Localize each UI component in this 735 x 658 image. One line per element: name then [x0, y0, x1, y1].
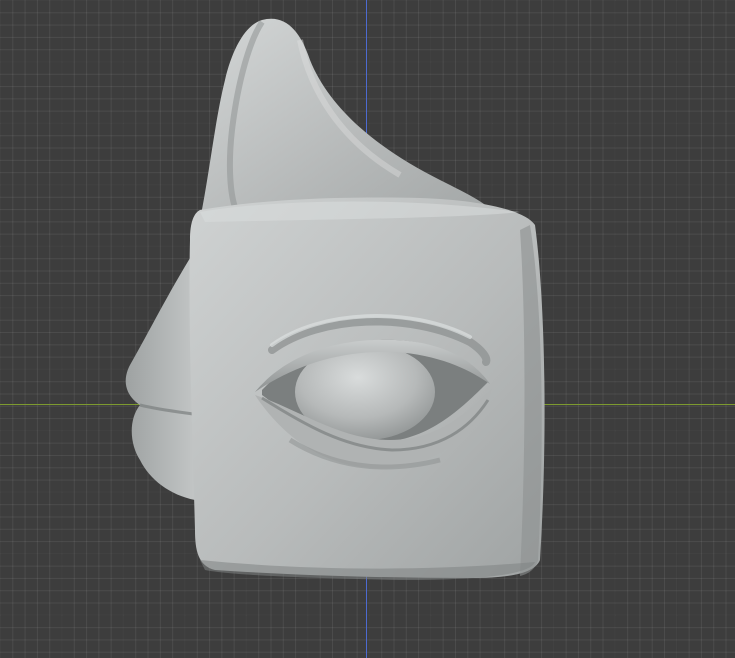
sculpted-model-icon[interactable] [0, 0, 735, 658]
3d-viewport[interactable] [0, 0, 735, 658]
